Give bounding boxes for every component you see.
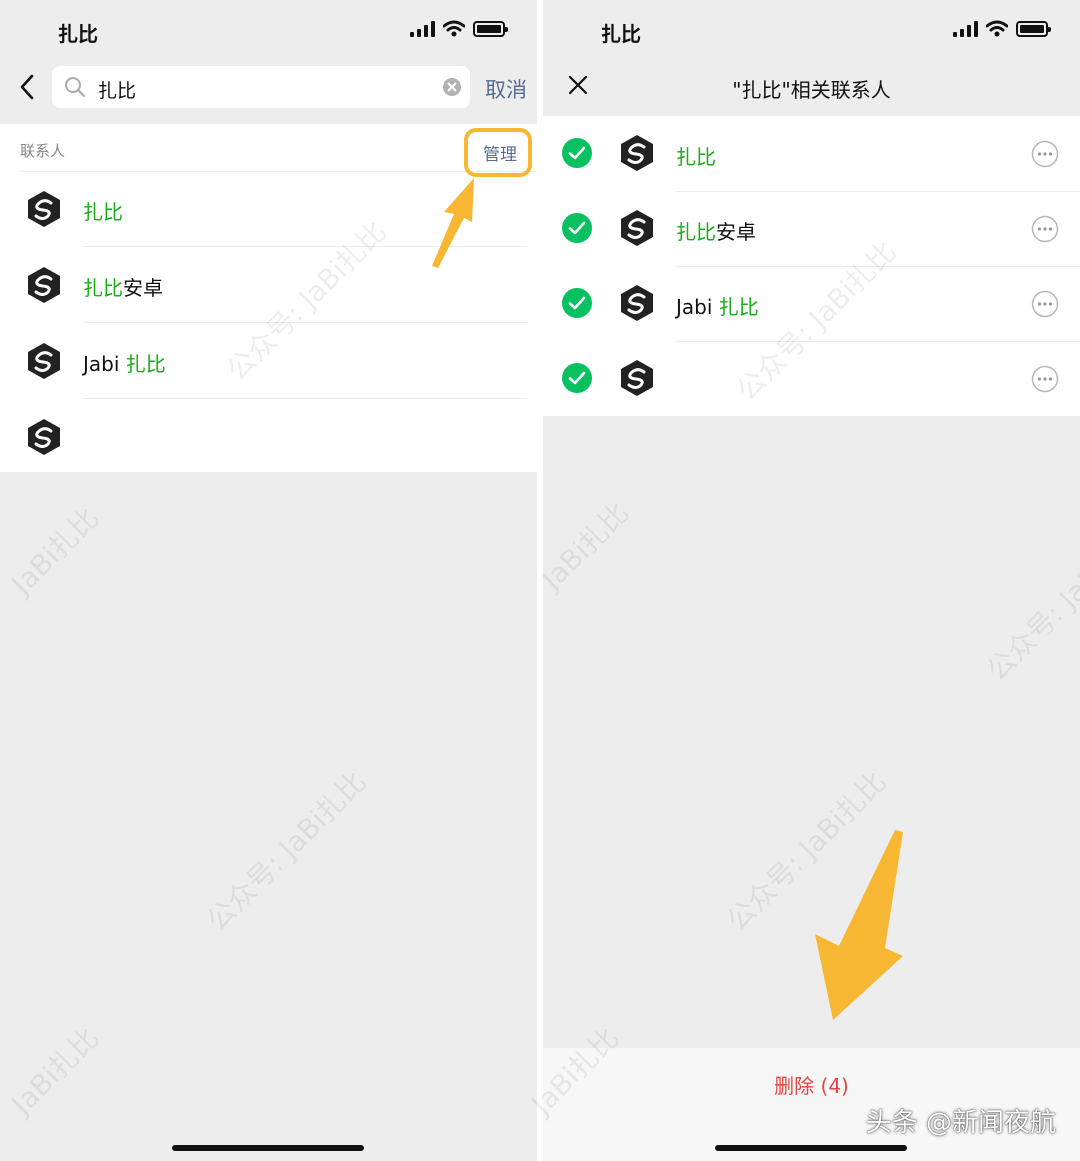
search-input[interactable]: 扎比: [52, 66, 470, 108]
signal-icon: [410, 20, 435, 37]
status-bar: 扎比: [0, 0, 537, 62]
home-indicator: [172, 1145, 364, 1151]
cancel-button[interactable]: 取消: [485, 74, 527, 104]
status-bar: 扎比: [543, 0, 1080, 62]
arrow-annotation-icon: [432, 178, 474, 268]
avatar: [621, 135, 653, 171]
contact-name: 扎比安卓: [676, 220, 756, 244]
avatar: [621, 210, 653, 246]
delete-button[interactable]: 删除 (4): [543, 1070, 1080, 1099]
avatar: [621, 285, 653, 321]
status-title: 扎比: [58, 22, 98, 46]
contact-row[interactable]: Jabi 扎比: [543, 266, 1080, 342]
contact-row[interactable]: Jabi 扎比: [0, 323, 537, 399]
check-circle-icon[interactable]: [561, 287, 593, 319]
avatar: [28, 191, 60, 227]
check-circle-icon[interactable]: [561, 212, 593, 244]
search-screen: 扎比 扎比 取消 联系人 扎比 扎比安卓 Jabi 扎比 管理: [0, 0, 537, 1161]
contact-name: Jabi 扎比: [83, 352, 166, 376]
check-circle-icon[interactable]: [561, 137, 593, 169]
status-title: 扎比: [601, 22, 641, 46]
more-icon[interactable]: [1031, 290, 1059, 318]
signal-icon: [953, 20, 978, 37]
contact-name: 扎比: [676, 145, 716, 169]
battery-icon: [1016, 20, 1051, 37]
avatar: [28, 267, 60, 303]
contact-row[interactable]: 扎比安卓: [543, 191, 1080, 267]
section-label: 联系人: [20, 142, 66, 160]
contact-name: 扎比安卓: [83, 276, 163, 300]
contact-name: 扎比: [83, 200, 123, 224]
chevron-left-icon[interactable]: [14, 70, 42, 104]
contact-row[interactable]: 扎比: [543, 116, 1080, 192]
check-circle-icon[interactable]: [561, 362, 593, 394]
search-value: 扎比: [98, 80, 137, 102]
selected-contact-list: 扎比 扎比安卓 Jabi 扎比: [543, 116, 1080, 416]
search-icon: [65, 77, 85, 97]
page-title: "扎比"相关联系人: [732, 78, 891, 102]
manage-button[interactable]: 管理: [483, 140, 517, 165]
clear-icon[interactable]: [442, 77, 462, 97]
avatar: [621, 360, 653, 396]
manage-screen: 扎比 "扎比"相关联系人 扎比 扎比安卓 Jabi 扎比 删除 (4): [543, 0, 1080, 1161]
contact-row[interactable]: [543, 341, 1080, 417]
avatar: [28, 419, 60, 455]
home-indicator: [715, 1145, 907, 1151]
contact-name: Jabi 扎比: [676, 295, 759, 319]
more-icon[interactable]: [1031, 140, 1059, 168]
wifi-icon: [986, 20, 1008, 37]
more-icon[interactable]: [1031, 215, 1059, 243]
source-tag: 头条 @新闻夜航: [865, 1108, 1056, 1138]
contact-row[interactable]: [0, 399, 537, 475]
arrow-annotation-icon: [815, 830, 903, 1020]
wifi-icon: [443, 20, 465, 37]
avatar: [28, 343, 60, 379]
battery-icon: [473, 20, 508, 37]
more-icon[interactable]: [1031, 365, 1059, 393]
